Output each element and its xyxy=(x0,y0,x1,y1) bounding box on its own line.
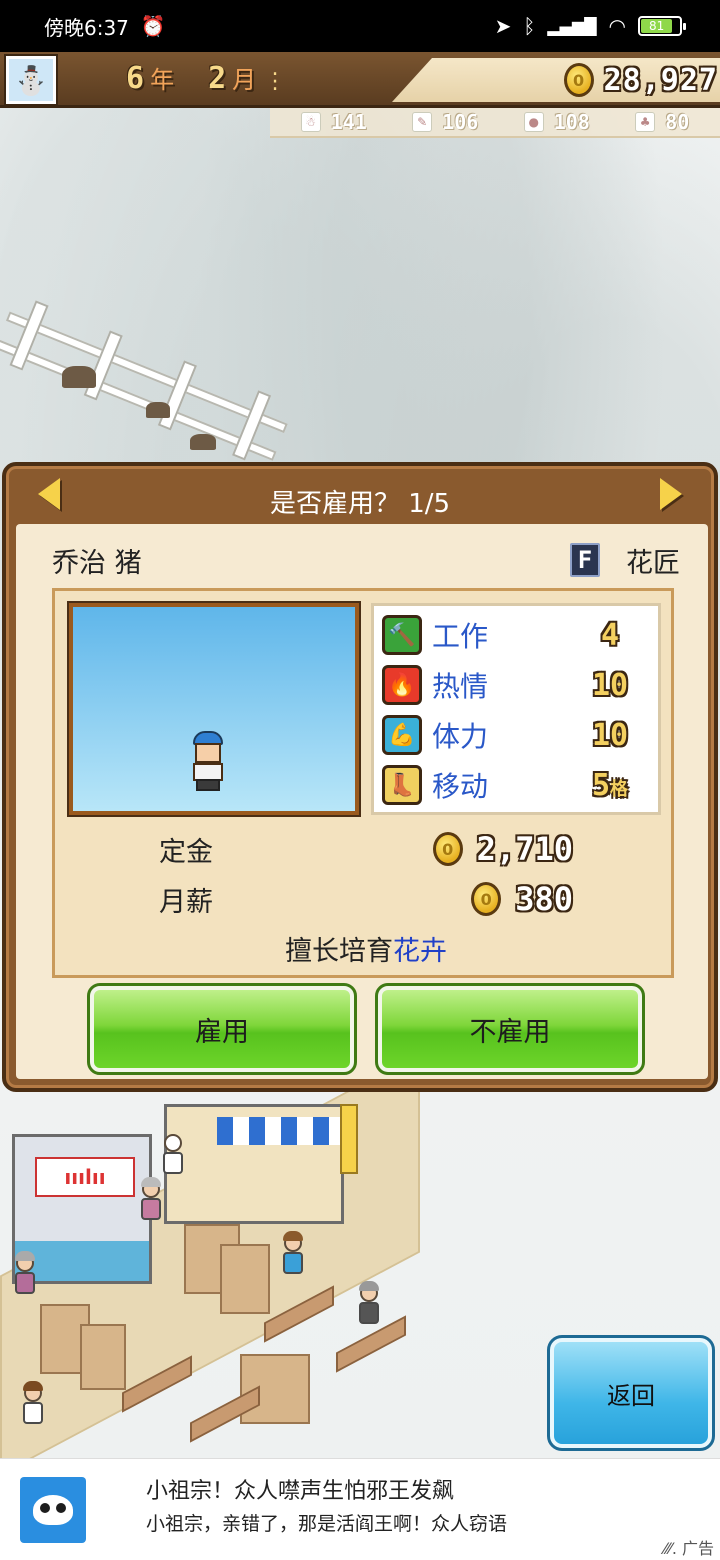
month-unit: 月 xyxy=(232,66,257,94)
battery-icon: 81 xyxy=(638,16,686,36)
stats-panel: 🔨 工作 4 🔥 热情 10 💪 体力 10 👢 移动 5格 xyxy=(371,603,661,815)
boot-icon: 👢 xyxy=(382,765,422,805)
wifi-icon: ◠ xyxy=(608,14,626,38)
alarm-off-icon: ⏰ xyxy=(140,14,166,38)
strawberry-icon: ● xyxy=(523,112,544,132)
system-status-bar: 傍晚6:37 ⏰ ➤ ᛒ ▂▄▆█ ◠ 81 xyxy=(0,0,720,52)
bluetooth-icon: ᛒ xyxy=(523,14,536,38)
next-candidate-arrow-icon[interactable] xyxy=(660,478,682,510)
signal-icon: ▂▄▆█ xyxy=(547,16,597,36)
ad-subline[interactable]: 小祖宗，亲错了，那是活阎王啊！众人窃语 xyxy=(146,1509,507,1536)
year-unit: 年 xyxy=(150,66,175,94)
stat-move: 👢 移动 5格 xyxy=(382,760,650,810)
vending-box xyxy=(80,1324,126,1390)
month-number: 2 xyxy=(208,61,227,96)
deposit-value: 2,710 xyxy=(476,830,573,868)
skill-highlight: 花卉 xyxy=(393,936,447,967)
resource-pencil: ✎ 106 xyxy=(412,110,478,134)
salary-value: 380 xyxy=(515,880,573,918)
battery-level: 81 xyxy=(641,19,673,33)
flame-icon: 🔥 xyxy=(382,665,422,705)
deposit-row: 定金 0 2,710 xyxy=(55,825,677,873)
snowman-avatar-icon[interactable]: ⛄ xyxy=(4,54,58,106)
ad-label: ⁄⁄⁄. 广告 xyxy=(663,1539,714,1558)
candidate-job: 花匠 xyxy=(626,547,680,579)
vertical-dots-icon: ⋮ xyxy=(264,69,287,94)
stat-passion: 🔥 热情 10 xyxy=(382,660,650,710)
location-icon: ➤ xyxy=(494,14,512,38)
decline-button[interactable]: 不雇用 xyxy=(375,983,645,1075)
villager xyxy=(20,1381,46,1426)
money-panel: 0 28,927 xyxy=(392,58,720,102)
skill-text: 擅长培育花卉 xyxy=(285,936,447,967)
coin-icon: 0 xyxy=(563,63,594,97)
cow-mascot xyxy=(160,1134,186,1176)
resource-bar: ☃ 141 ✎ 106 ● 108 ♣ 80 xyxy=(270,108,720,138)
resource-tree: ♣ 80 xyxy=(635,110,689,134)
girl-customer xyxy=(280,1231,306,1276)
year-number: 6 xyxy=(126,61,145,96)
game-date[interactable]: 6 年 2 月 ⋮ xyxy=(126,60,286,96)
rank-badge: F xyxy=(570,543,600,577)
ad-headline[interactable]: 小祖宗！众人噤声生怕邪王发飙 xyxy=(146,1473,454,1505)
hammer-icon: 🔨 xyxy=(382,615,422,655)
candidate-name: 乔治 猪 xyxy=(52,547,142,579)
hire-button[interactable]: 雇用 xyxy=(87,983,357,1075)
candidate-header: 乔治 猪 F 花匠 xyxy=(52,540,680,580)
muscle-icon: 💪 xyxy=(382,715,422,755)
owl-app-icon[interactable] xyxy=(20,1477,86,1543)
pencil-icon: ✎ xyxy=(412,112,433,132)
elder-customer xyxy=(138,1177,164,1222)
salary-label: 月薪 xyxy=(159,886,213,918)
hire-dialog: 是否雇用？ 1/5 乔治 猪 F 花匠 🔨 工作 4 🔥 热情 10 💪 体力 … xyxy=(2,462,718,1092)
ad-banner[interactable]: 小祖宗！众人噤声生怕邪王发飙 小祖宗，亲错了，那是活阎王啊！众人窃语 ⁄⁄⁄. … xyxy=(0,1458,720,1560)
flag-sign xyxy=(340,1104,358,1174)
elder-customer xyxy=(356,1281,382,1326)
candidate-card: 🔨 工作 4 🔥 热情 10 💪 体力 10 👢 移动 5格 定金 0 2,71… xyxy=(52,588,674,978)
stat-work: 🔨 工作 4 xyxy=(382,610,650,660)
clock: 傍晚6:37 xyxy=(44,15,129,40)
coin-icon: 0 xyxy=(471,882,502,916)
coin-icon: 0 xyxy=(432,832,463,866)
resource-strawberry: ● 108 xyxy=(523,110,590,134)
deposit-label: 定金 xyxy=(159,836,213,868)
snowman-icon: ☃ xyxy=(300,112,321,132)
candidate-portrait xyxy=(67,601,361,817)
dialog-body: 乔治 猪 F 花匠 🔨 工作 4 🔥 热情 10 💪 体力 10 👢 移动 5格… xyxy=(16,524,708,1079)
money-value: 28,927 xyxy=(603,62,718,98)
elder-customer xyxy=(12,1251,38,1296)
return-button[interactable]: 返回 xyxy=(547,1335,715,1451)
stat-stamina: 💪 体力 10 xyxy=(382,710,650,760)
tree-stump xyxy=(190,434,216,450)
tree-icon: ♣ xyxy=(635,112,656,132)
gardener-sprite xyxy=(189,731,227,793)
vending-box xyxy=(220,1244,270,1314)
resource-snowman: ☃ 141 xyxy=(300,110,367,134)
tree-stump xyxy=(146,402,170,418)
salary-row: 月薪 0 380 xyxy=(55,875,677,923)
dialog-title: 是否雇用？ 1/5 xyxy=(269,488,451,519)
tree-stump xyxy=(62,366,96,388)
market-stall[interactable] xyxy=(164,1104,345,1224)
game-header: ⛄ 6 年 2 月 ⋮ 0 28,927 xyxy=(0,52,720,108)
